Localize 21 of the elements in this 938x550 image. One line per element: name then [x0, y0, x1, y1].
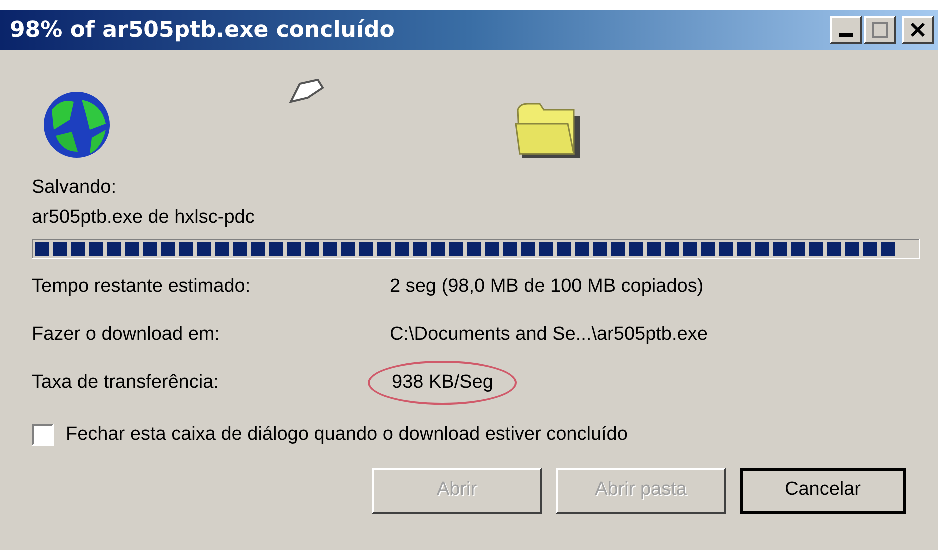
- detail-label: Tempo restante estimado:: [32, 274, 252, 299]
- close-icon: [910, 22, 926, 38]
- close-when-done-checkbox[interactable]: [32, 424, 54, 446]
- globe-icon: [42, 90, 112, 160]
- maximize-icon: [872, 22, 888, 38]
- close-button[interactable]: [902, 16, 934, 44]
- checkbox-label[interactable]: Fechar esta caixa de diálogo quando o download estiver concluído: [66, 421, 628, 450]
- detail-label: Taxa de transferência:: [32, 370, 220, 395]
- window-title: 98% of ar505ptb.exe concluído: [10, 16, 395, 44]
- file-source: ar505ptb.exe de hxlsc-pdc: [32, 206, 256, 230]
- maximize-button[interactable]: [864, 16, 896, 44]
- detail-value: C:\Documents and Se...\ar505ptb.exe: [390, 322, 708, 347]
- detail-label: Fazer o download em:: [32, 322, 221, 347]
- folder-icon: [514, 102, 582, 160]
- circled-detail-value: 938 KB/Seg: [368, 360, 518, 406]
- dialog-button[interactable]: Cancelar: [740, 468, 906, 514]
- minimize-icon: [839, 33, 853, 37]
- detail-value: 2 seg (98,0 MB de 100 MB copiados): [390, 274, 704, 299]
- status-label: Salvando:: [32, 176, 118, 200]
- minimize-button[interactable]: [830, 16, 862, 44]
- paper-icon: [288, 78, 326, 106]
